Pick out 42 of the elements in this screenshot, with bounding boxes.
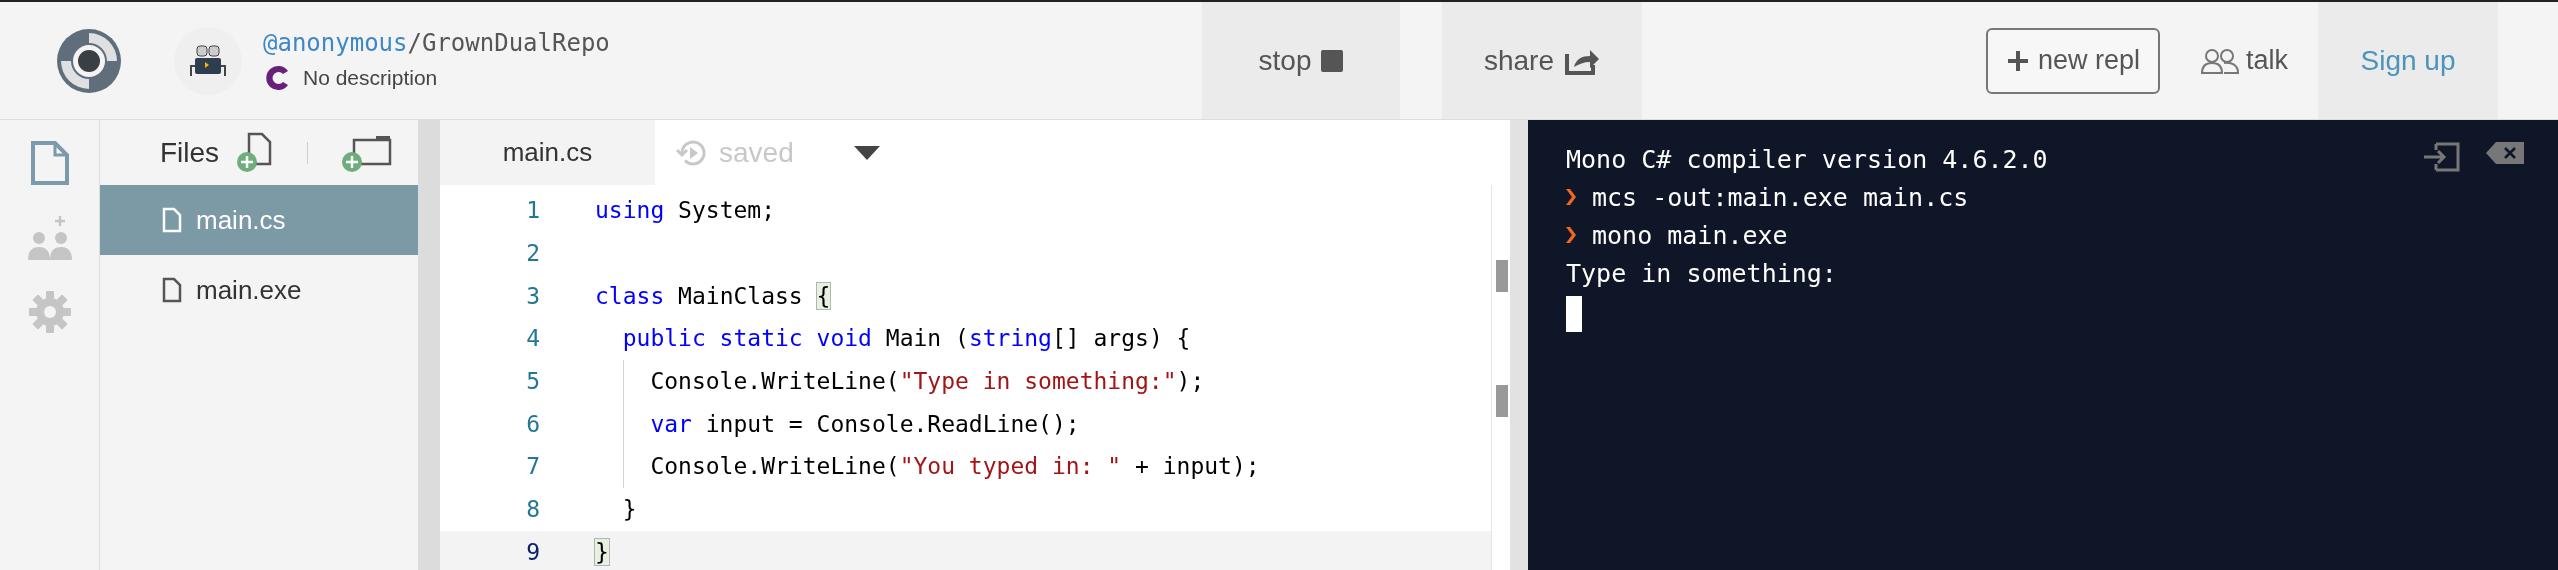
repl-description: No description — [303, 65, 438, 90]
code-line: public static void Main (string[] args) { — [622, 324, 1191, 354]
stop-icon — [1321, 49, 1344, 72]
file-icon — [162, 207, 182, 233]
line-number: 8 — [525, 496, 541, 523]
line-number: 2 — [525, 240, 541, 267]
exit-icon[interactable] — [2422, 142, 2460, 172]
repl-title: @anonymous/GrownDualRepo — [263, 28, 610, 57]
line-number: 1 — [525, 197, 541, 224]
line-number: 4 — [525, 325, 541, 352]
logo-icon[interactable] — [55, 26, 123, 95]
share-button[interactable]: share — [1442, 2, 1642, 119]
terminal-command: mcs -out:main.exe main.cs — [1592, 182, 1969, 212]
file-item[interactable]: main.exe — [100, 255, 418, 325]
clear-icon[interactable] — [2486, 142, 2524, 164]
file-tab[interactable]: main.cs — [440, 120, 655, 185]
terminal-output: Type in something: — [1566, 258, 1837, 288]
new-repl-button[interactable]: new repl — [1985, 27, 2160, 94]
line-number: 6 — [525, 410, 541, 437]
code-line: using System; — [595, 196, 776, 226]
talk-link[interactable]: talk — [2199, 45, 2288, 76]
files-heading: Files — [160, 136, 220, 169]
dropdown-caret-icon[interactable] — [853, 145, 880, 160]
code-line: Console.WriteLine("You typed in: " + input); — [650, 452, 1260, 482]
line-number: 7 — [525, 453, 541, 480]
line-number: 3 — [525, 282, 541, 309]
line-number: 5 — [525, 368, 541, 395]
plus-icon — [2005, 48, 2030, 73]
prompt-icon — [1566, 189, 1576, 205]
people-icon — [2199, 46, 2240, 75]
code-line: class MainClass { — [595, 281, 831, 311]
text-cursor — [1566, 296, 1582, 332]
line-number: 9 — [525, 538, 541, 565]
file-icon — [162, 277, 182, 303]
terminal-output: Mono C# compiler version 4.6.2.0 — [1566, 144, 2048, 174]
stop-button[interactable]: stop — [1202, 2, 1400, 119]
terminal-command: mono main.exe — [1592, 220, 1788, 250]
file-icon[interactable] — [29, 140, 70, 186]
prompt-icon — [1566, 227, 1576, 243]
code-line: Console.WriteLine("Type in something:"); — [650, 367, 1205, 397]
code-line: } — [622, 495, 637, 525]
code-line: var input = Console.ReadLine(); — [650, 409, 1080, 439]
